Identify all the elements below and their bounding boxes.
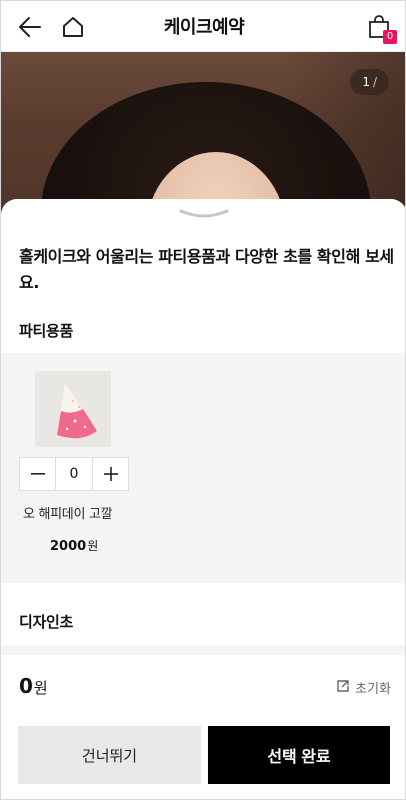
chevron-down-icon[interactable] xyxy=(179,207,229,223)
complete-selection-button[interactable]: 선택 완료 xyxy=(208,726,390,784)
bottom-sheet: 홀케이크와 어울리는 파티용품과 다양한 초를 확인해 보세요. 파티용품 0 … xyxy=(1,199,405,799)
pager-current: 1 xyxy=(362,75,370,89)
product-price-unit: 원 xyxy=(87,539,99,553)
design-candles-title: 디자인초 xyxy=(19,613,74,631)
total-price-unit: 원 xyxy=(33,679,48,697)
minus-icon[interactable] xyxy=(20,458,55,490)
quantity-stepper: 0 xyxy=(19,457,129,491)
hero-image[interactable]: 1 / 4 xyxy=(1,52,405,222)
product-price-value: 2000 xyxy=(50,539,87,554)
total-price: 0원 xyxy=(19,674,48,698)
section-divider xyxy=(1,645,405,655)
skip-button[interactable]: 건너뛰기 xyxy=(18,726,201,784)
app-frame: 케이크예약 0 1 / 4 홀케이크와 어울리는 파티용품과 다양한 초를 확인… xyxy=(0,0,406,800)
shopping-bag-icon[interactable]: 0 xyxy=(365,13,397,44)
image-pager: 1 / 4 xyxy=(350,69,389,95)
sheet-intro-text: 홀케이크와 어울리는 파티용품과 다양한 초를 확인해 보세요. xyxy=(19,247,394,292)
quantity-value: 0 xyxy=(55,458,93,490)
reset-label: 초기화 xyxy=(355,682,391,697)
total-price-value: 0 xyxy=(19,674,33,698)
product-thumbnail[interactable] xyxy=(35,371,111,447)
product-card: 0 오 해피데이 고깔 2000원 xyxy=(19,371,129,554)
cart-count-badge: 0 xyxy=(383,30,397,44)
party-supplies-list: 0 오 해피데이 고깔 2000원 xyxy=(1,353,405,583)
plus-icon[interactable] xyxy=(93,458,128,490)
party-supplies-title: 파티용품 xyxy=(19,322,74,340)
reset-icon xyxy=(336,679,350,697)
header: 케이크예약 0 xyxy=(1,1,405,52)
pager-separator: / xyxy=(372,75,377,89)
reset-button[interactable]: 초기화 xyxy=(336,678,391,697)
product-price: 2000원 xyxy=(50,537,98,554)
back-arrow-icon[interactable] xyxy=(16,13,44,41)
product-name: 오 해피데이 고깔 xyxy=(23,507,113,522)
page-title: 케이크예약 xyxy=(163,17,245,38)
home-icon[interactable] xyxy=(59,13,87,41)
